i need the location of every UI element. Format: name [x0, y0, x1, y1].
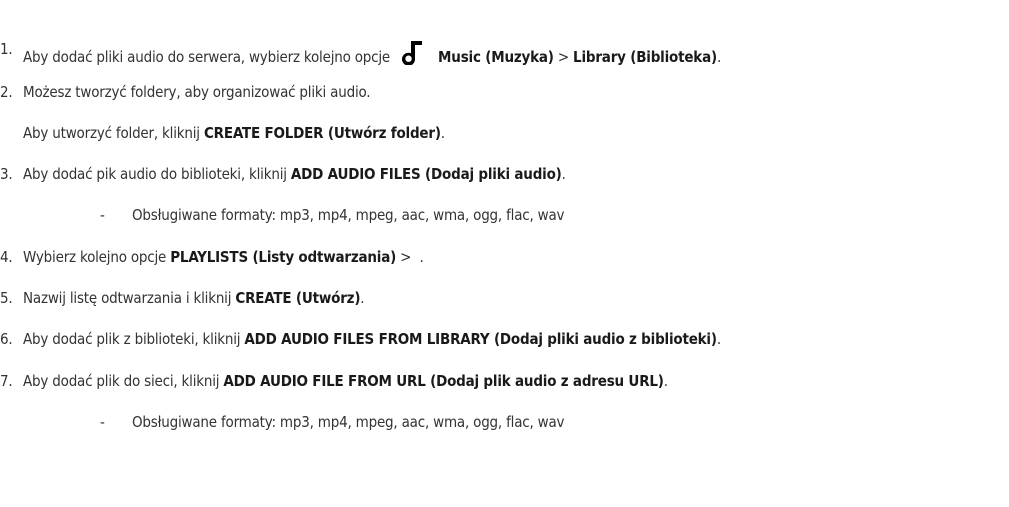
menu-library: Library (Biblioteka) — [573, 48, 717, 66]
formats-text: Obsługiwane formaty: mp3, mp4, mpeg, aac… — [132, 206, 565, 224]
create-label: CREATE (Utwórz) — [235, 289, 361, 307]
step-plain-text: Aby dodać pliki audio do serwera, wybier… — [23, 48, 391, 66]
step-text: Aby dodać plik z biblioteki, kliknij ADD… — [23, 329, 721, 349]
step-end: > . — [396, 248, 424, 266]
step-number: 7. — [0, 372, 13, 390]
step-text: Wybierz kolejno opcje PLAYLISTS (Listy o… — [23, 247, 424, 267]
add-from-library-label: ADD AUDIO FILES FROM LIBRARY (Dodaj plik… — [244, 330, 717, 348]
step-end: . — [360, 289, 365, 307]
step-end: . — [663, 372, 668, 390]
create-folder-label: CREATE FOLDER (Utwórz folder) — [203, 124, 441, 142]
step-end: . — [716, 330, 721, 348]
step-plain-text: Aby dodać plik z biblioteki, kliknij — [23, 330, 241, 348]
step-plain-text: Wybierz kolejno opcje — [23, 248, 167, 266]
step-text: Aby dodać plik do sieci, kliknij ADD AUD… — [23, 371, 668, 391]
bullet-dash: - — [100, 413, 105, 431]
music-note-icon — [402, 39, 424, 65]
bullet-dash: - — [100, 206, 105, 224]
path-separator: > — [557, 48, 569, 66]
add-from-url-label: ADD AUDIO FILE FROM URL (Dodaj plik audi… — [223, 372, 664, 390]
step-text: Możesz tworzyć foldery, aby organizować … — [23, 83, 371, 101]
step-number: 6. — [0, 330, 13, 348]
step-number: 3. — [0, 165, 13, 183]
step-plain-text: Aby dodać plik do sieci, kliknij — [23, 372, 220, 390]
step-end: . — [716, 48, 722, 66]
step-end: . — [561, 165, 566, 183]
step-text: Aby utworzyć folder, kliknij CREATE FOLD… — [23, 123, 445, 143]
menu-music: Music (Muzyka) — [438, 48, 554, 66]
step-number: 1. — [0, 40, 13, 58]
add-audio-files-label: ADD AUDIO FILES (Dodaj pliki audio) — [290, 165, 562, 183]
playlists-label: PLAYLISTS (Listy odtwarzania) — [170, 248, 397, 266]
step-plain-text: Aby utworzyć folder, kliknij — [23, 124, 200, 142]
step-number: 5. — [0, 289, 13, 307]
formats-text: Obsługiwane formaty: mp3, mp4, mpeg, aac… — [132, 413, 565, 431]
step-text: Nazwij listę odtwarzania i kliknij CREAT… — [23, 288, 365, 308]
instruction-document: 1. Aby dodać pliki audio do serwera, wyb… — [0, 0, 1009, 507]
step-plain-text: Nazwij listę odtwarzania i kliknij — [23, 289, 232, 307]
step-number: 4. — [0, 248, 13, 266]
step-end: . — [440, 124, 445, 142]
step-text: Aby dodać pliki audio do serwera, wybier… — [23, 39, 721, 67]
step-plain-text: Aby dodać pik audio do biblioteki, klikn… — [23, 165, 287, 183]
step-number: 2. — [0, 83, 13, 101]
step-text: Aby dodać pik audio do biblioteki, klikn… — [23, 164, 566, 184]
